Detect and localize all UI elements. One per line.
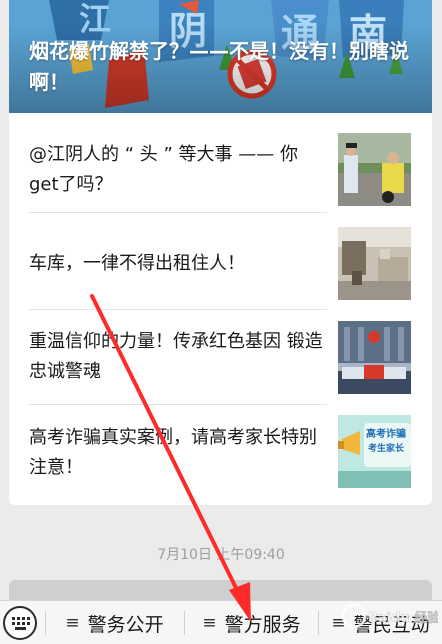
police-group-thumbnail [338, 321, 411, 394]
menu-item-police-service[interactable]: ≡ 警方服务 [185, 601, 318, 644]
keyboard-icon [12, 617, 30, 630]
menu-item-police-interaction[interactable]: ≡ 警民互动 [319, 601, 442, 644]
article-item[interactable]: 车库，一律不得出租住人！ [29, 216, 421, 310]
article-item[interactable]: @江阴人的 “ 头 ” 等大事 —— 你get了吗？ [29, 119, 421, 213]
menu-item-label: 警方服务 [224, 613, 301, 636]
article-divider [29, 309, 327, 310]
article-divider [29, 212, 327, 213]
article-title: 车库，一律不得出租住人！ [29, 253, 245, 274]
garage-room-thumbnail [338, 227, 411, 300]
menu-list-icon: ≡ [202, 613, 217, 633]
article-item[interactable]: 高考诈骗真实案例，请高考家长特别注意！ 高考诈骗 考生家长 [29, 405, 421, 499]
menu-list-icon: ≡ [65, 613, 80, 633]
article-title: @江阴人的 “ 头 ” 等大事 —— 你get了吗？ [29, 144, 298, 195]
article-title: 高考诈骗真实案例，请高考家长特别注意！ [29, 427, 317, 478]
message-timestamp: 7月10日 上午09:40 [157, 547, 285, 563]
menu-item-label: 警民互动 [353, 613, 430, 636]
exam-poster-line1: 高考诈骗 [366, 427, 406, 440]
exam-poster-line2: 考生家长 [368, 442, 405, 454]
keyboard-toggle-button[interactable] [3, 606, 37, 640]
article-title: 重温信仰的力量！传承红色基因 锻造忠诚警魂 [29, 331, 323, 382]
cover-article[interactable]: 江 阴 通 南 烟花爆竹解禁了？——不是！没有！别瞎说啊！ [9, 0, 432, 113]
cover-title: 烟花爆竹解禁了？——不是！没有！别瞎说啊！ [29, 39, 409, 94]
article-item[interactable]: 重温信仰的力量！传承红色基因 锻造忠诚警魂 [29, 311, 421, 405]
police-roadside-thumbnail [338, 133, 411, 206]
next-message-card[interactable] [9, 580, 432, 600]
menu-list-icon: ≡ [331, 613, 346, 633]
article-card: 江 阴 通 南 烟花爆竹解禁了？——不是！没有！别瞎说啊！ [9, 0, 432, 505]
chat-screen: 江 阴 通 南 烟花爆竹解禁了？——不是！没有！别瞎说啊！ [0, 0, 442, 644]
menu-item-label: 警务公开 [87, 613, 164, 636]
exam-fraud-thumbnail: 高考诈骗 考生家长 [338, 415, 411, 488]
menu-item-police-affairs[interactable]: ≡ 警务公开 [46, 601, 183, 644]
bottom-menu-bar: ≡ 警务公开 ≡ 警方服务 ≡ 警民互动 [0, 600, 442, 644]
